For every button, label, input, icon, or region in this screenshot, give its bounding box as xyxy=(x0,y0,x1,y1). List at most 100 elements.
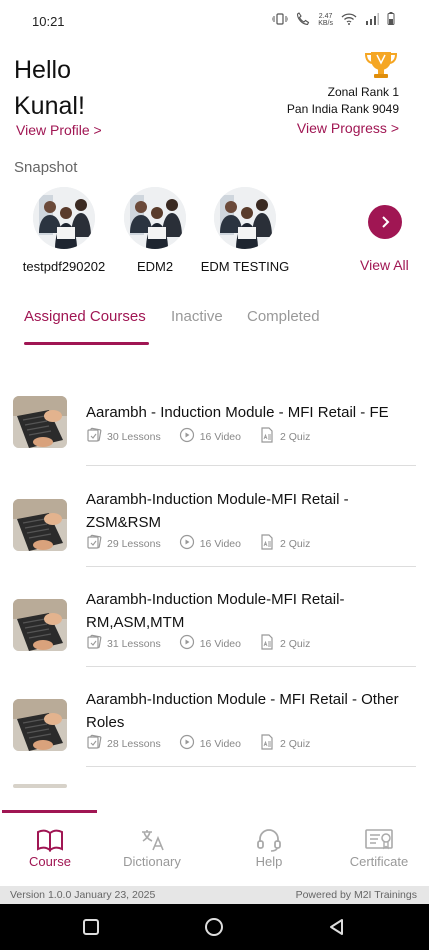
wifi-icon xyxy=(341,12,357,28)
view-profile-link[interactable]: View Profile > xyxy=(16,122,102,138)
chevron-right-icon xyxy=(382,216,390,228)
status-time: 10:21 xyxy=(32,14,65,29)
lessons-count: 28 Lessons xyxy=(107,737,161,750)
lessons-icon xyxy=(86,734,102,753)
lessons-icon xyxy=(86,634,102,653)
course-thumbnail xyxy=(13,784,67,788)
snapshot-next-button[interactable] xyxy=(368,205,402,239)
active-nav-indicator xyxy=(2,810,97,813)
powered-by-text: Powered by M2I Trainings xyxy=(295,889,417,901)
translate-icon xyxy=(102,826,202,854)
course-thumbnail xyxy=(13,699,67,751)
course-tabs: Assigned Courses Inactive Completed xyxy=(0,305,429,345)
call-icon xyxy=(296,12,310,28)
course-thumbnail xyxy=(13,499,67,551)
view-progress-link[interactable]: View Progress > xyxy=(297,120,399,136)
vibrate-icon xyxy=(271,12,289,28)
nav-certificate[interactable]: Certificate xyxy=(329,826,429,869)
tab-inactive[interactable]: Inactive xyxy=(171,308,223,325)
snapshot-name: testpdf290202 xyxy=(22,259,106,274)
course-list-item[interactable]: Aarambh-Induction Module-MFI Retail-RM,A… xyxy=(0,588,429,688)
snapshot-thumbnail xyxy=(124,187,186,249)
quiz-icon xyxy=(259,734,275,753)
book-icon xyxy=(0,826,100,854)
video-icon xyxy=(179,634,195,653)
tab-assigned-courses[interactable]: Assigned Courses xyxy=(24,308,146,325)
certificate-icon xyxy=(329,826,429,854)
course-title: Aarambh-Induction Module-MFI Retail - ZS… xyxy=(86,491,349,531)
version-text: Version 1.0.0 January 23, 2025 xyxy=(10,889,156,901)
course-divider xyxy=(86,465,416,466)
lessons-count: 29 Lessons xyxy=(107,537,161,550)
course-title: Aarambh-Induction Module-MFI Retail-RM,A… xyxy=(86,591,345,631)
lessons-count: 31 Lessons xyxy=(107,637,161,650)
nav-certificate-label: Certificate xyxy=(349,854,409,869)
tab-completed[interactable]: Completed xyxy=(247,308,320,325)
video-count: 16 Video xyxy=(199,637,241,650)
course-divider xyxy=(86,666,416,667)
video-icon xyxy=(179,534,195,553)
nav-help[interactable]: Help xyxy=(219,826,319,869)
back-button[interactable] xyxy=(328,918,346,941)
quiz-count: 2 Quiz xyxy=(279,430,311,443)
footer-bar: Version 1.0.0 January 23, 2025 Powered b… xyxy=(0,886,429,904)
course-list-item[interactable]: Aarambh - Induction Module - MFI Retail … xyxy=(0,385,429,485)
course-title: Aarambh - Induction Module - MFI Retail … xyxy=(86,404,389,421)
course-list-item[interactable]: Aarambh-Induction Module-MFI Retail - ZS… xyxy=(0,488,429,588)
snapshot-item[interactable]: testpdf290202 xyxy=(14,187,114,274)
course-thumbnail xyxy=(13,396,67,448)
quiz-count: 2 Quiz xyxy=(279,537,311,550)
snapshot-thumbnail xyxy=(214,187,276,249)
quiz-count: 2 Quiz xyxy=(279,637,311,650)
course-meta: 28 Lessons 16 Video 2 Quiz xyxy=(86,734,310,753)
lessons-icon xyxy=(86,427,102,446)
nav-course-label: Course xyxy=(29,854,71,869)
course-list-item[interactable]: Aarambh-Induction Module - MFI Retail - … xyxy=(0,688,429,788)
recent-apps-button[interactable] xyxy=(82,918,100,941)
zonal-rank: Zonal Rank 1 xyxy=(327,85,399,99)
course-divider xyxy=(86,766,416,767)
snapshot-item[interactable]: EDM2 xyxy=(105,187,205,274)
course-title: Aarambh-Induction Module - MFI Retail - … xyxy=(86,691,399,731)
signal-icon xyxy=(365,12,379,28)
view-all-link[interactable]: View All xyxy=(360,257,409,273)
android-navigation-bar xyxy=(0,904,429,950)
active-tab-indicator xyxy=(24,342,149,345)
course-meta: 30 Lessons 16 Video 2 Quiz xyxy=(86,427,310,446)
video-count: 16 Video xyxy=(199,430,241,443)
quiz-count: 2 Quiz xyxy=(279,737,311,750)
video-icon xyxy=(179,427,195,446)
snapshot-name: EDM TESTING xyxy=(200,259,290,274)
network-speed: 2.47 KB/s xyxy=(318,13,333,27)
status-bar: 10:21 2.47 KB/s xyxy=(0,0,429,44)
course-meta: 29 Lessons 16 Video 2 Quiz xyxy=(86,534,310,553)
lessons-count: 30 Lessons xyxy=(107,430,161,443)
snapshot-item[interactable]: EDM TESTING xyxy=(195,187,295,274)
video-icon xyxy=(179,734,195,753)
snapshot-thumbnail xyxy=(33,187,95,249)
trophy-icon xyxy=(363,48,399,82)
nav-dictionary-label: Dictionary xyxy=(123,854,181,869)
video-count: 16 Video xyxy=(199,537,241,550)
bottom-navigation: Course Dictionary Help Certificate xyxy=(0,808,429,884)
greeting-title: Hello Kunal! xyxy=(14,56,85,120)
home-button[interactable] xyxy=(204,917,224,942)
nav-dictionary[interactable]: Dictionary xyxy=(102,826,202,869)
nav-help-label: Help xyxy=(255,854,283,869)
snapshot-name: EDM2 xyxy=(136,259,174,274)
course-divider xyxy=(86,566,416,567)
course-thumbnail xyxy=(13,599,67,651)
quiz-icon xyxy=(259,427,275,446)
headset-icon xyxy=(219,826,319,854)
pan-india-rank: Pan India Rank 9049 xyxy=(286,102,399,116)
battery-icon xyxy=(387,12,395,28)
course-meta: 31 Lessons 16 Video 2 Quiz xyxy=(86,634,310,653)
status-icons: 2.47 KB/s xyxy=(271,12,395,28)
course-list-item-peek xyxy=(0,784,429,788)
lessons-icon xyxy=(86,534,102,553)
video-count: 16 Video xyxy=(199,737,241,750)
quiz-icon xyxy=(259,634,275,653)
snapshot-heading: Snapshot xyxy=(14,159,78,176)
quiz-icon xyxy=(259,534,275,553)
nav-course[interactable]: Course xyxy=(0,826,100,869)
